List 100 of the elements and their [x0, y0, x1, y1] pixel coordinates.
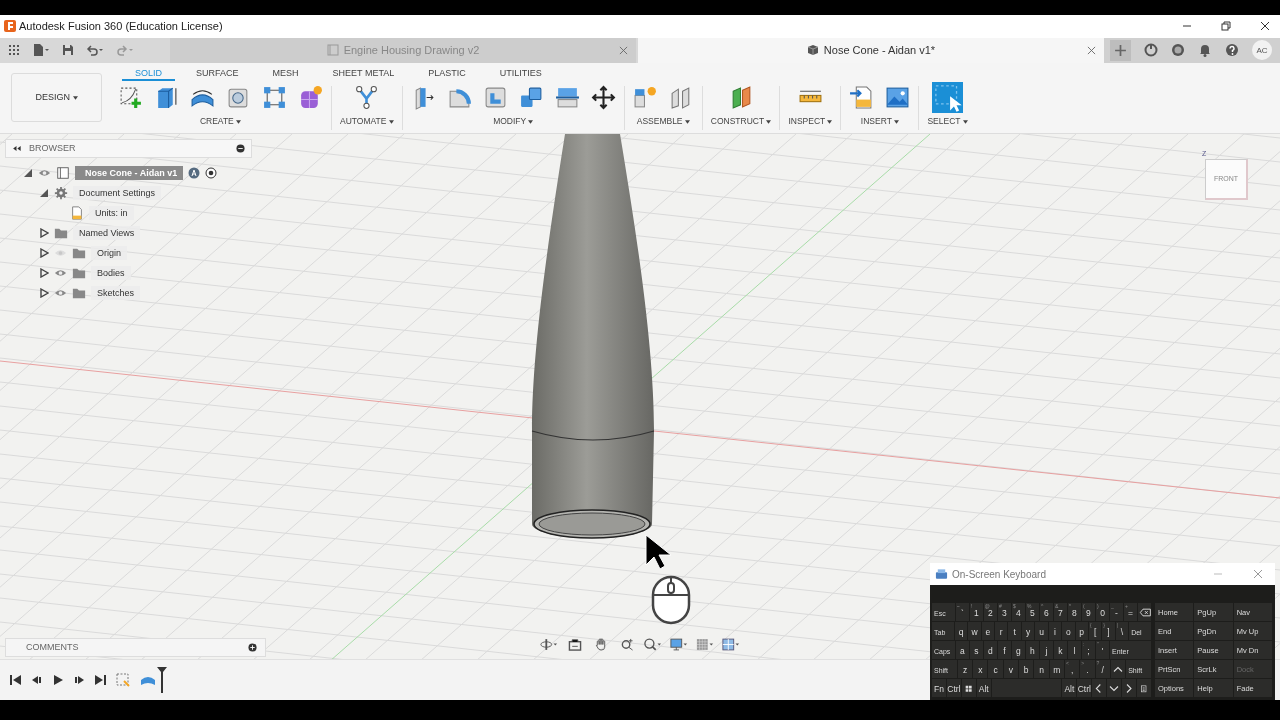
- key[interactable]: d: [983, 641, 997, 659]
- workspace-dropdown[interactable]: DESIGN: [11, 72, 102, 122]
- split-icon[interactable]: [554, 85, 580, 111]
- tool-group-dropdown[interactable]: AUTOMATE: [340, 115, 394, 126]
- sync-icon[interactable]: [1144, 43, 1158, 58]
- tool-group-dropdown[interactable]: ASSEMBLE: [636, 115, 690, 126]
- plus-icon[interactable]: [1110, 39, 1131, 61]
- key[interactable]: Ctrl: [1077, 679, 1092, 697]
- key[interactable]: [1122, 679, 1137, 697]
- toolbar-tab[interactable]: MESH: [259, 67, 312, 81]
- key[interactable]: v: [1003, 660, 1019, 678]
- eye-icon[interactable]: [54, 287, 67, 298]
- eye-icon[interactable]: [54, 267, 67, 278]
- key[interactable]: x: [973, 660, 988, 678]
- key[interactable]: y: [1021, 622, 1035, 640]
- expand-triangle-icon[interactable]: [39, 247, 49, 258]
- select-icon[interactable]: [932, 82, 964, 114]
- toolbar-tab[interactable]: PLASTIC: [415, 67, 479, 81]
- toolbar-tab[interactable]: UTILITIES: [486, 67, 555, 81]
- shell-icon[interactable]: [482, 85, 508, 111]
- joint-icon[interactable]: [632, 85, 658, 111]
- tool-group-dropdown[interactable]: MODIFY: [493, 115, 534, 126]
- key[interactable]: n: [1034, 660, 1049, 678]
- image-icon[interactable]: [885, 85, 911, 111]
- viewports-icon[interactable]: [722, 637, 740, 651]
- key[interactable]: k: [1053, 641, 1067, 659]
- close-icon[interactable]: [1260, 21, 1270, 32]
- key[interactable]: e: [981, 622, 995, 640]
- key[interactable]: j: [1039, 641, 1053, 659]
- key[interactable]: t: [1008, 622, 1021, 640]
- key[interactable]: u: [1035, 622, 1048, 640]
- file-icon[interactable]: [32, 44, 50, 57]
- key[interactable]: c: [988, 660, 1003, 678]
- key[interactable]: z: [957, 660, 973, 678]
- apps-grid-icon[interactable]: [8, 44, 20, 57]
- key[interactable]: [961, 679, 976, 697]
- key[interactable]: q: [954, 622, 968, 640]
- key[interactable]: [1138, 603, 1152, 621]
- collapse-triangle-icon[interactable]: [39, 187, 49, 198]
- key[interactable]: o: [1062, 622, 1075, 640]
- key[interactable]: r: [995, 622, 1008, 640]
- close-tab-icon[interactable]: [619, 45, 628, 55]
- radio-icon[interactable]: [205, 166, 218, 179]
- timeline-marker-icon[interactable]: [157, 667, 167, 694]
- first-icon[interactable]: [10, 674, 22, 687]
- user-avatar[interactable]: AC: [1252, 40, 1272, 61]
- eye-icon[interactable]: [38, 167, 51, 178]
- collapse-icon[interactable]: [12, 145, 21, 151]
- key[interactable]: Fn: [932, 679, 946, 697]
- key[interactable]: l: [1067, 641, 1081, 659]
- key[interactable]: s: [969, 641, 983, 659]
- key[interactable]: [1137, 679, 1152, 697]
- step-forward-icon[interactable]: [73, 674, 85, 687]
- tool-group-dropdown[interactable]: INSERT: [860, 115, 900, 126]
- key[interactable]: p: [1075, 622, 1088, 640]
- activate-icon[interactable]: [188, 166, 201, 179]
- form-icon[interactable]: [298, 85, 323, 111]
- tool-group-dropdown[interactable]: CREATE: [199, 115, 242, 126]
- insert-file-icon[interactable]: [849, 85, 875, 111]
- orbit-icon[interactable]: [540, 637, 558, 651]
- display-icon[interactable]: [670, 637, 688, 651]
- key[interactable]: w: [968, 622, 981, 640]
- step-back-icon[interactable]: [31, 674, 43, 687]
- zoom-window-icon[interactable]: [644, 637, 662, 651]
- tool-group-dropdown[interactable]: CONSTRUCT: [710, 115, 772, 126]
- key[interactable]: a: [955, 641, 969, 659]
- key[interactable]: [1092, 679, 1107, 697]
- clock-icon[interactable]: [1171, 43, 1185, 58]
- key[interactable]: Alt: [1062, 679, 1077, 697]
- move-icon[interactable]: [590, 85, 616, 111]
- expand-triangle-icon[interactable]: [39, 267, 49, 278]
- key[interactable]: f: [997, 641, 1011, 659]
- pattern-icon[interactable]: [262, 85, 287, 111]
- bell-icon[interactable]: [1198, 43, 1212, 58]
- add-icon[interactable]: [248, 642, 257, 652]
- key[interactable]: g: [1011, 641, 1025, 659]
- tool-group-dropdown[interactable]: SELECT: [927, 115, 968, 126]
- key[interactable]: h: [1025, 641, 1039, 659]
- restore-icon[interactable]: [1221, 21, 1231, 32]
- branch-icon[interactable]: [354, 85, 380, 111]
- save-icon[interactable]: [62, 44, 74, 57]
- document-tab[interactable]: Nose Cone - Aidan v1*: [638, 37, 1104, 63]
- key[interactable]: b: [1019, 660, 1034, 678]
- minus-icon[interactable]: [236, 143, 245, 153]
- grid-icon[interactable]: [696, 637, 714, 651]
- key[interactable]: [1107, 679, 1122, 697]
- expand-triangle-icon[interactable]: [39, 227, 49, 238]
- key[interactable]: i: [1048, 622, 1062, 640]
- key[interactable]: Ctrl: [946, 679, 961, 697]
- last-icon[interactable]: [94, 674, 106, 687]
- collapse-triangle-icon[interactable]: [23, 167, 33, 178]
- help-icon[interactable]: [1225, 43, 1239, 58]
- toolbar-tab[interactable]: SHEET METAL: [319, 67, 408, 81]
- tool-group-dropdown[interactable]: INSPECT: [788, 115, 833, 126]
- close-tab-icon[interactable]: [1087, 45, 1096, 55]
- key[interactable]: m: [1049, 660, 1064, 678]
- camera-icon[interactable]: [566, 637, 584, 651]
- play-icon[interactable]: [52, 674, 64, 687]
- sketch-plus-icon[interactable]: [118, 85, 143, 111]
- toolbar-tab[interactable]: SURFACE: [183, 67, 252, 81]
